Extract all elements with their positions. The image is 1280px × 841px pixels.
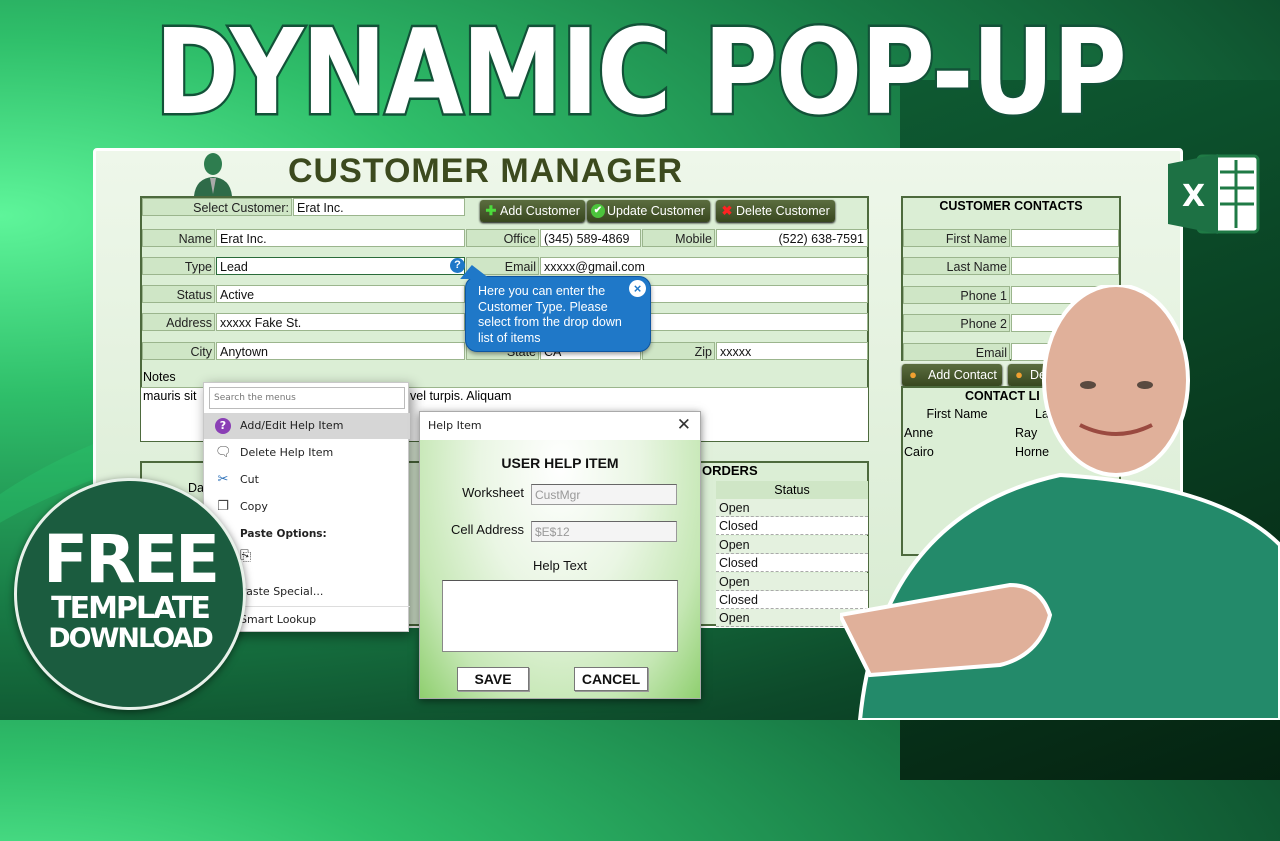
delete-comment-icon: 🗨 <box>215 445 232 460</box>
help-tooltip: Here you can enter the Customer Type. Pl… <box>465 276 651 352</box>
help-text-label: Help Text <box>533 558 587 573</box>
worksheet-field[interactable]: CustMgr <box>531 484 677 505</box>
type-label: Type <box>142 257 215 275</box>
dialog-body: USER HELP ITEM Worksheet CustMgr Cell Ad… <box>420 440 700 698</box>
orders-title: ORDERS <box>702 463 758 478</box>
cell-address-field[interactable]: $E$12 <box>531 521 677 542</box>
dialog-heading: USER HELP ITEM <box>501 455 619 471</box>
save-button[interactable]: SAVE <box>457 667 529 691</box>
mobile-field[interactable]: (522) 638-7591 <box>716 229 868 247</box>
city-field[interactable]: Anytown <box>216 342 465 360</box>
zip-label: Zip <box>642 342 715 360</box>
menu-item-cut[interactable]: ✂ Cut <box>204 467 410 493</box>
select-customer-label: Select Customer: <box>142 198 292 216</box>
contacts-title: CUSTOMER CONTACTS <box>939 199 1083 213</box>
notes-label: Notes <box>143 370 176 384</box>
menu-item-add-edit-help[interactable]: ? Add/Edit Help Item <box>204 413 410 439</box>
help-icon[interactable]: ? <box>450 258 465 273</box>
contact-field-input[interactable] <box>1011 257 1119 276</box>
status-field[interactable]: Active <box>216 285 465 303</box>
cancel-button[interactable]: CANCEL <box>574 667 648 691</box>
tooltip-text: Here you can enter the Customer Type. Pl… <box>478 284 622 345</box>
contact-field-input[interactable] <box>1011 229 1119 247</box>
name-field[interactable]: Erat Inc. <box>216 229 465 247</box>
notes-text-right: vel turpis. Aliquam <box>410 389 512 403</box>
type-field[interactable]: Lead <box>216 257 465 275</box>
x-icon: ✖ <box>721 203 733 218</box>
menu-item-delete-help[interactable]: 🗨 Delete Help Item <box>204 440 410 466</box>
office-field[interactable]: (345) 589-4869 <box>540 229 641 247</box>
cell-address-label: Cell Address <box>451 522 524 537</box>
presenter-photo <box>840 285 1280 720</box>
worksheet-label: Worksheet <box>462 485 524 500</box>
mobile-label: Mobile <box>642 229 715 247</box>
select-customer-field[interactable]: Erat Inc. <box>293 198 465 216</box>
customer-avatar-icon <box>194 153 232 196</box>
update-customer-button[interactable]: ✔ Update Customer <box>587 200 710 222</box>
check-icon: ✔ <box>591 204 605 218</box>
excel-logo-icon: X <box>1168 154 1260 234</box>
dialog-title: Help Item <box>428 419 482 432</box>
menu-item-copy[interactable]: ❐ Copy <box>204 494 410 520</box>
name-label: Name <box>142 229 215 247</box>
help-item-dialog: Help Item ✕ USER HELP ITEM Worksheet Cus… <box>419 411 701 699</box>
plus-icon: ✚ <box>485 203 497 218</box>
orders-date-header: Da <box>188 481 204 495</box>
status-label: Status <box>142 285 215 303</box>
email-field[interactable]: xxxxx@gmail.com <box>540 257 868 275</box>
delete-customer-button[interactable]: ✖ Delete Customer <box>716 200 835 222</box>
menu-search-input[interactable]: Search the menus <box>209 387 405 409</box>
copy-icon: ❐ <box>217 499 229 514</box>
app-title: CUSTOMER MANAGER <box>288 152 684 190</box>
badge-line1: FREE <box>42 521 220 598</box>
city-label: City <box>142 342 215 360</box>
scissors-icon: ✂ <box>217 472 229 487</box>
badge-line3: DOWNLOAD <box>48 623 214 654</box>
badge-line2: TEMPLATE <box>51 591 211 626</box>
contact-field-label: First Name <box>903 229 1010 247</box>
address-label: Address <box>142 313 215 331</box>
close-icon[interactable]: ✕ <box>677 415 691 435</box>
address-field[interactable]: xxxxx Fake St. <box>216 313 465 331</box>
contact-field-label: Last Name <box>903 257 1010 276</box>
notes-text-left: mauris sit <box>143 389 197 403</box>
free-template-badge[interactable]: FREE TEMPLATE DOWNLOAD <box>14 478 246 710</box>
svg-text:X: X <box>1182 179 1205 214</box>
help-circle-icon: ? <box>215 418 231 434</box>
add-customer-button[interactable]: ✚ Add Customer <box>480 200 585 222</box>
help-text-field[interactable] <box>442 580 678 652</box>
close-icon[interactable]: × <box>629 280 646 297</box>
office-label: Office <box>466 229 539 247</box>
